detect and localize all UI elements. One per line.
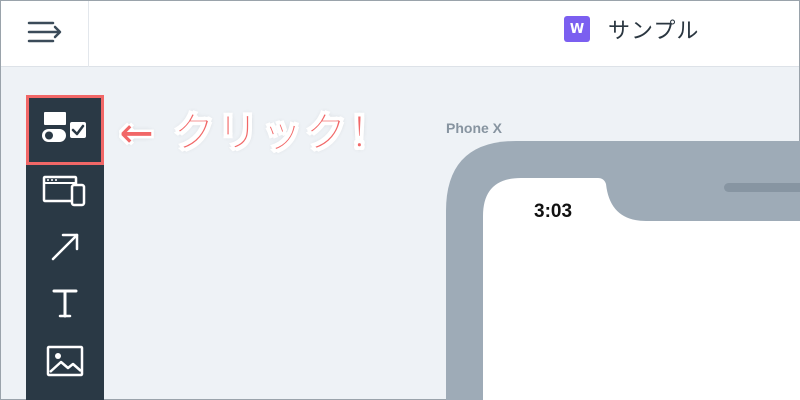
project-title[interactable]: W サンプル xyxy=(564,14,699,44)
tool-devices-button[interactable] xyxy=(26,161,104,225)
phone-frame[interactable] xyxy=(446,141,800,400)
project-badge: W xyxy=(564,16,590,42)
menu-button[interactable] xyxy=(1,1,89,67)
top-bar: W サンプル xyxy=(1,1,799,67)
tool-components-button[interactable] xyxy=(26,95,104,165)
device-frames-icon xyxy=(42,171,88,215)
arrow-icon xyxy=(45,227,85,271)
menu-collapse-icon xyxy=(27,20,63,48)
click-callout: ← クリック！ xyxy=(119,108,393,158)
image-icon xyxy=(44,341,86,385)
device-label: Phone X xyxy=(446,120,503,136)
components-toggle-icon xyxy=(40,108,90,152)
text-icon xyxy=(45,283,85,327)
status-bar-time: 3:03 xyxy=(534,201,573,222)
tool-arrow-button[interactable] xyxy=(26,217,104,281)
project-name: サンプル xyxy=(608,19,700,44)
tool-text-button[interactable] xyxy=(26,273,104,337)
tool-palette xyxy=(26,95,104,400)
tool-image-button[interactable] xyxy=(26,331,104,395)
